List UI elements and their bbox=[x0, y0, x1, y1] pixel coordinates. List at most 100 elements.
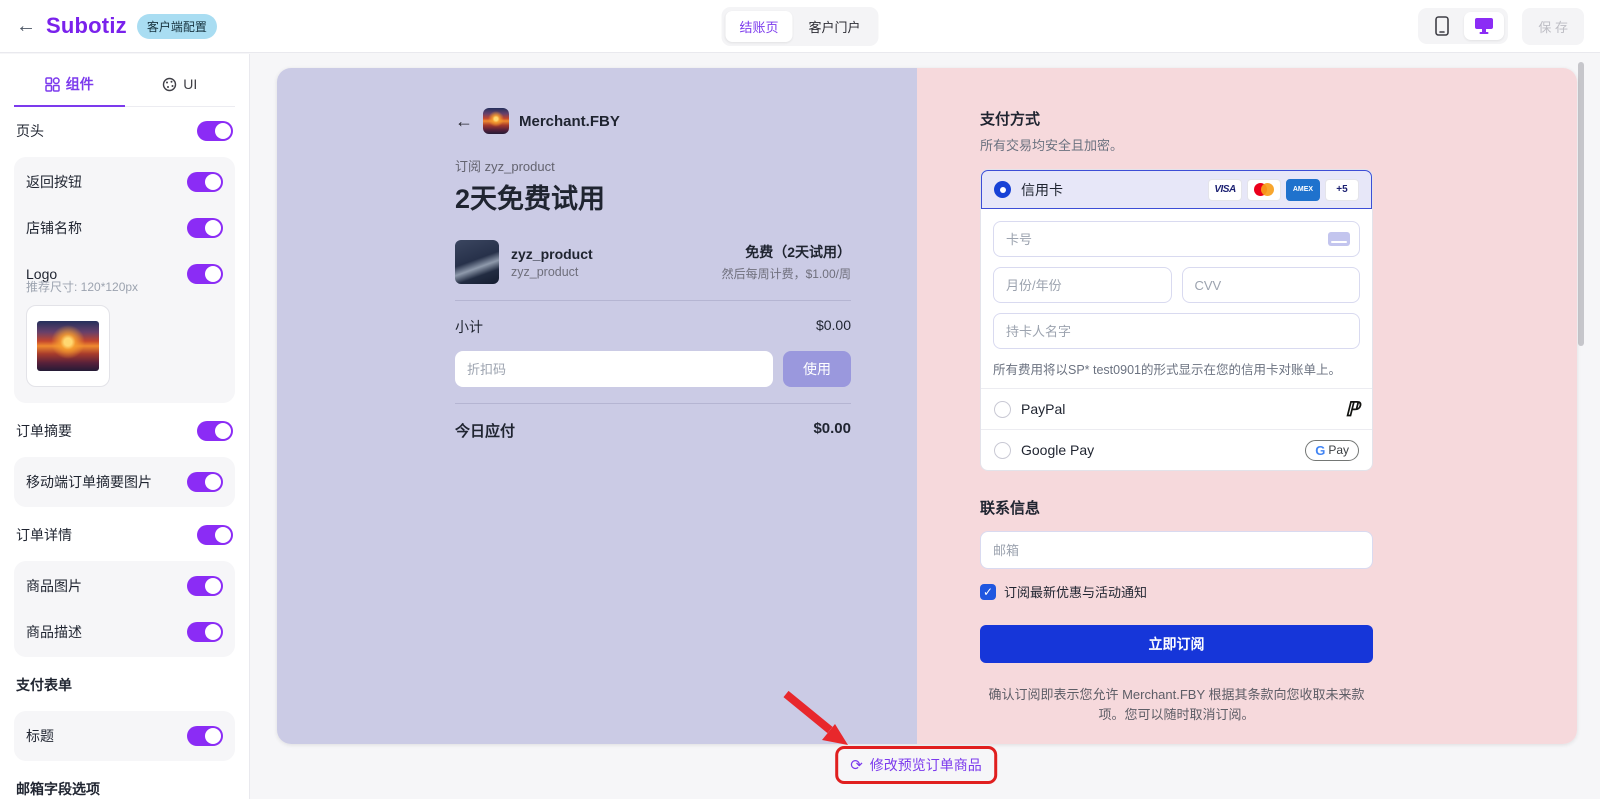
subscribe-now-button[interactable]: 立即订阅 bbox=[980, 625, 1373, 663]
client-config-badge: 客户端配置 bbox=[136, 13, 217, 39]
modify-preview-products-button[interactable]: ⟳ 修改预览订单商品 bbox=[844, 751, 988, 779]
cardholder-name-input[interactable] bbox=[993, 313, 1360, 349]
email-input[interactable] bbox=[980, 531, 1373, 569]
mobile-view-button[interactable] bbox=[1422, 12, 1462, 40]
newsletter-checkbox[interactable]: ✓ bbox=[980, 583, 996, 600]
logo-toggle[interactable] bbox=[187, 264, 223, 284]
google-g-glyph: G bbox=[1315, 442, 1326, 458]
product-image-label: 商品图片 bbox=[26, 578, 82, 594]
payment-security-note: 所有交易均安全且加密。 bbox=[980, 138, 1124, 153]
group-order-summary: 移动端订单摘要图片 bbox=[14, 457, 235, 507]
tab-customer-portal[interactable]: 客户门户 bbox=[795, 11, 875, 42]
save-button[interactable]: 保 存 bbox=[1522, 7, 1584, 45]
merchant-name: Merchant.FBY bbox=[519, 112, 620, 130]
credit-card-form: 所有费用将以SP* test0901的形式显示在您的信用卡对账单上。 bbox=[981, 209, 1372, 388]
desktop-view-button[interactable] bbox=[1464, 12, 1505, 40]
tab-components-label: 组件 bbox=[65, 76, 94, 92]
tab-components[interactable]: 组件 bbox=[14, 64, 125, 107]
credit-card-radio[interactable] bbox=[994, 181, 1011, 198]
back-button-label: 返回按钮 bbox=[26, 174, 82, 190]
product-name: zyz_product bbox=[511, 245, 593, 262]
trial-title: 2天免费试用 bbox=[455, 184, 606, 214]
payment-title-label: 标题 bbox=[26, 728, 54, 744]
googlepay-icon: G Pay bbox=[1305, 439, 1359, 461]
divider bbox=[455, 300, 851, 301]
modify-preview-products-label: 修改预览订单商品 bbox=[869, 757, 982, 773]
back-arrow-icon[interactable]: ← bbox=[16, 16, 36, 36]
card-number-input[interactable] bbox=[993, 221, 1360, 257]
newsletter-label: 订阅最新优惠与活动通知 bbox=[1004, 585, 1148, 600]
due-today-label: 今日应付 bbox=[455, 423, 516, 440]
paypal-icon: ℙ bbox=[1344, 398, 1359, 421]
newsletter-row: ✓ 订阅最新优惠与活动通知 bbox=[980, 582, 1373, 601]
sidebar: 组件 UI 页头 返回按钮 店铺名称 Logo 推荐尺寸: 120*120px … bbox=[0, 54, 250, 799]
tab-ui[interactable]: UI bbox=[125, 64, 236, 106]
group-order-details: 商品图片 商品描述 bbox=[14, 561, 235, 657]
tab-checkout-page[interactable]: 结账页 bbox=[725, 10, 793, 42]
topbar-right: 保 存 bbox=[1418, 7, 1584, 45]
row-payment-title: 标题 bbox=[26, 713, 223, 759]
sidebar-scrollbar[interactable] bbox=[1578, 62, 1584, 346]
mobile-order-image-toggle[interactable] bbox=[187, 472, 223, 492]
row-order-summary: 订单摘要 bbox=[14, 407, 235, 455]
page-tabs: 结账页 客户门户 bbox=[721, 6, 879, 46]
refresh-icon: ⟳ bbox=[850, 756, 863, 774]
preview-summary-pane: ← Merchant.FBY 订阅 zyz_product 2天免费试用 zyz… bbox=[277, 68, 917, 744]
page-header-toggle[interactable] bbox=[197, 121, 233, 141]
page-header-label: 页头 bbox=[16, 123, 44, 139]
red-annotation-box: ⟳ 修改预览订单商品 bbox=[835, 746, 997, 784]
payment-title-toggle[interactable] bbox=[187, 726, 223, 746]
preview-back-arrow-icon[interactable]: ← bbox=[455, 111, 473, 132]
topbar: ← Subotiz 客户端配置 结账页 客户门户 保 存 bbox=[0, 0, 1600, 53]
discount-code-input[interactable] bbox=[455, 351, 773, 387]
googlepay-option[interactable]: Google Pay G Pay bbox=[981, 429, 1372, 470]
logo-upload-box[interactable] bbox=[26, 305, 110, 387]
due-today-value: $0.00 bbox=[813, 420, 851, 437]
product-desc-label: 商品描述 bbox=[26, 624, 82, 640]
paypal-option[interactable]: PayPal ℙ bbox=[981, 388, 1372, 429]
googlepay-radio[interactable] bbox=[994, 441, 1011, 459]
product-description: zyz_product bbox=[511, 264, 579, 279]
row-product-desc: 商品描述 bbox=[26, 609, 223, 655]
statement-note: 所有费用将以SP* test0901的形式显示在您的信用卡对账单上。 bbox=[993, 363, 1341, 377]
logo-image bbox=[37, 321, 99, 371]
cvv-input[interactable] bbox=[1181, 267, 1360, 303]
components-icon bbox=[45, 76, 60, 92]
row-store-name: 店铺名称 bbox=[26, 205, 223, 251]
product-desc-toggle[interactable] bbox=[187, 622, 223, 642]
device-toggle bbox=[1418, 8, 1509, 44]
credit-card-option[interactable]: 信用卡 VISA AMEX +5 bbox=[981, 170, 1372, 209]
visa-icon: VISA bbox=[1208, 178, 1242, 201]
order-summary-toggle[interactable] bbox=[197, 421, 233, 441]
mastercard-icon bbox=[1247, 178, 1281, 201]
card-icon bbox=[1328, 232, 1350, 246]
divider bbox=[455, 403, 851, 404]
discount-row: 使用 bbox=[455, 351, 851, 387]
back-button-toggle[interactable] bbox=[187, 172, 223, 192]
expiry-input[interactable] bbox=[993, 267, 1172, 303]
store-name-label: 店铺名称 bbox=[26, 220, 82, 236]
product-image-toggle[interactable] bbox=[187, 576, 223, 596]
checkout-preview: ← Merchant.FBY 订阅 zyz_product 2天免费试用 zyz… bbox=[277, 68, 1577, 744]
store-name-toggle[interactable] bbox=[187, 218, 223, 238]
topbar-left: ← Subotiz 客户端配置 bbox=[16, 13, 217, 39]
payment-form-header: 支付表单 bbox=[16, 677, 72, 693]
amex-icon: AMEX bbox=[1286, 178, 1320, 201]
brand-logo[interactable]: Subotiz bbox=[46, 13, 127, 39]
googlepay-label: Google Pay bbox=[1021, 442, 1095, 458]
row-page-header: 页头 bbox=[14, 107, 235, 155]
product-row: zyz_product zyz_product 免费（2天试用） 然后每周计费，… bbox=[455, 240, 851, 284]
group-payment-form: 标题 bbox=[14, 711, 235, 761]
credit-card-label: 信用卡 bbox=[1021, 181, 1063, 198]
desktop-icon bbox=[1475, 18, 1494, 34]
subscription-disclaimer: 确认订阅即表示您允许 Merchant.FBY 根据其条款向您收取未来款项。您可… bbox=[988, 687, 1365, 722]
preview-payment-pane: 支付方式 所有交易均安全且加密。 信用卡 VISA AMEX +5 卡号 月份/… bbox=[917, 68, 1577, 744]
paypal-radio[interactable] bbox=[994, 400, 1011, 418]
apply-discount-button[interactable]: 使用 bbox=[783, 351, 851, 387]
order-details-toggle[interactable] bbox=[197, 525, 233, 545]
sidebar-tabs: 组件 UI bbox=[14, 64, 235, 107]
merchant-header: ← Merchant.FBY bbox=[455, 108, 851, 134]
price-main: 免费（2天试用） bbox=[745, 244, 851, 260]
more-cards-badge: +5 bbox=[1325, 178, 1359, 201]
paypal-label: PayPal bbox=[1021, 401, 1066, 417]
